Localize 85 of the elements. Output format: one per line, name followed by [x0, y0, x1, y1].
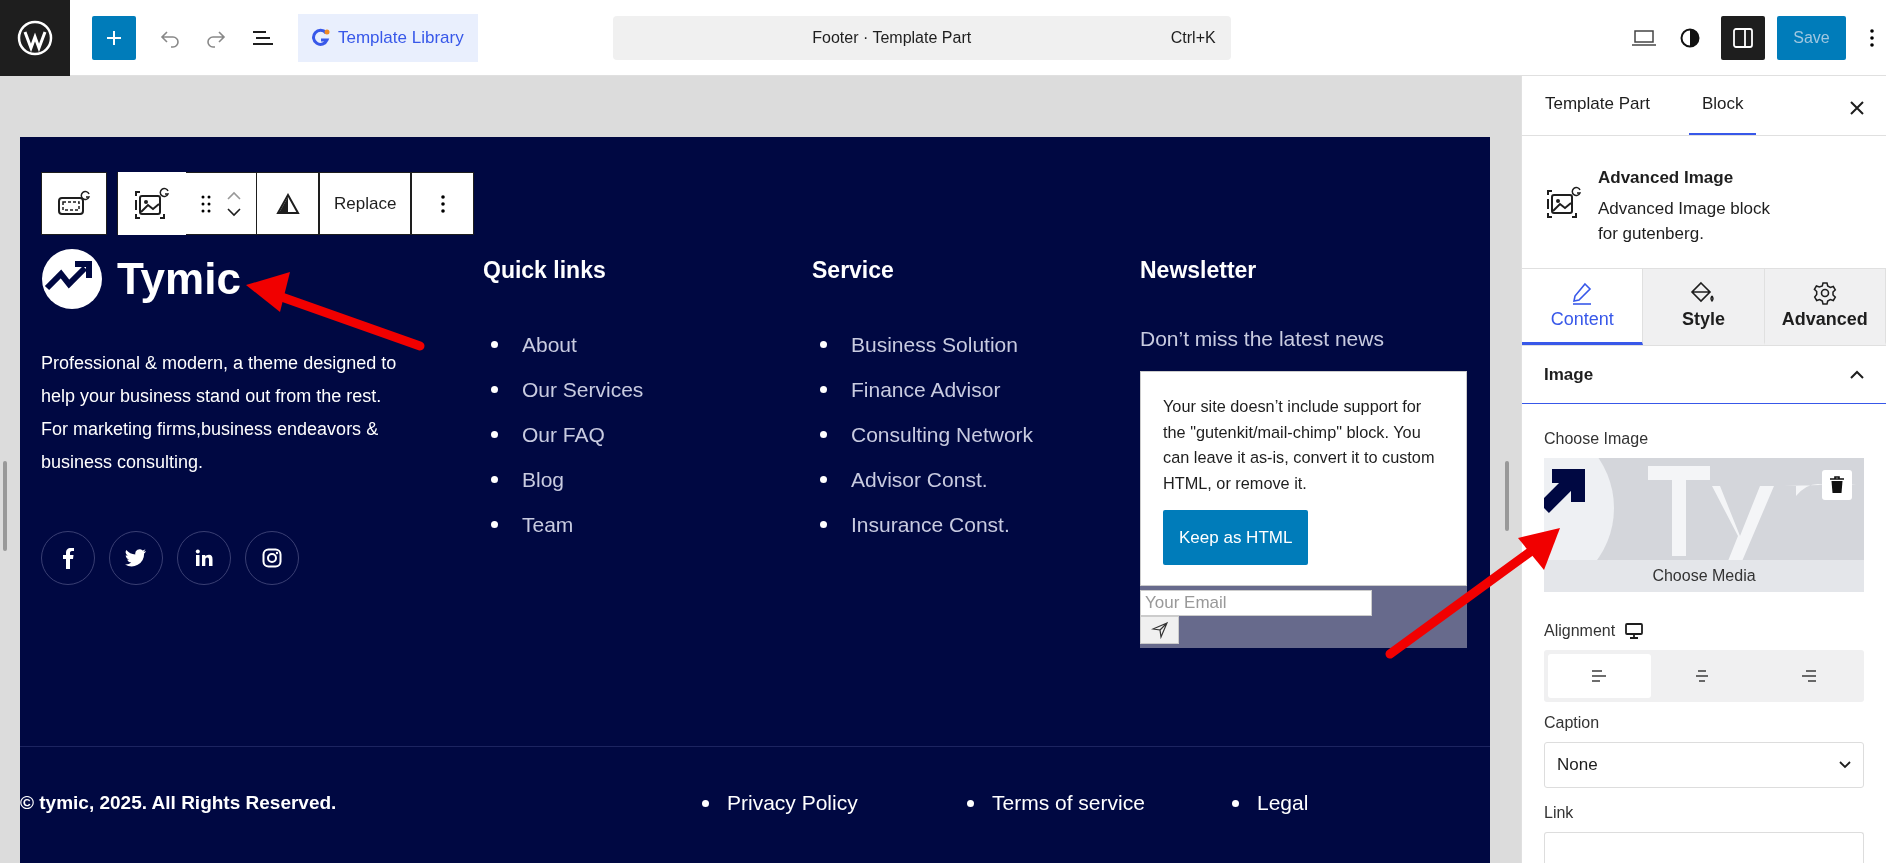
close-icon[interactable]	[1850, 101, 1864, 115]
warning-icon	[275, 192, 300, 215]
template-library-button[interactable]: Template Library	[298, 13, 478, 62]
more-options-icon[interactable]	[1868, 26, 1876, 49]
footer-link[interactable]: Advisor Const.	[851, 467, 988, 492]
sidebar-icon	[1732, 26, 1754, 49]
field-label: Link	[1544, 804, 1575, 822]
command-bar[interactable]: Footer · Template Part Ctrl+K	[612, 15, 1231, 60]
g-logo-icon	[312, 27, 330, 48]
footer-link[interactable]: About	[522, 332, 577, 357]
field-label: Choose Image	[1544, 430, 1650, 448]
bullet-dot	[491, 341, 498, 348]
drag-handle-icon[interactable]	[200, 193, 212, 214]
column-heading: Quick links	[483, 257, 607, 284]
sidebar-tab[interactable]: Template Part	[1532, 76, 1663, 135]
bullet-dot	[820, 431, 827, 438]
caption-select[interactable]: None	[1544, 742, 1864, 788]
more-options-icon	[439, 192, 446, 215]
link-field[interactable]	[1544, 832, 1864, 863]
footer-link[interactable]: Finance Advisor	[851, 377, 1001, 402]
bullet-dot	[820, 521, 827, 528]
scroll-handle[interactable]	[3, 461, 7, 551]
block-title: Advanced Image	[1598, 167, 1735, 188]
block-options-button[interactable]	[411, 172, 475, 235]
desktop-icon[interactable]	[1625, 623, 1644, 639]
warning-button[interactable]	[256, 172, 319, 235]
sidebar-toggle-button[interactable]	[1721, 15, 1765, 60]
delete-image-button[interactable]	[1822, 470, 1852, 500]
logo-text: Tymic	[117, 254, 241, 304]
scroll-handle[interactable]	[1505, 461, 1509, 531]
newsletter-tagline: Don’t miss the latest news	[1140, 327, 1385, 351]
contrast-icon[interactable]	[1679, 26, 1701, 49]
footer-link[interactable]: Our FAQ	[522, 422, 605, 447]
logo-icon	[41, 248, 103, 310]
bullet-dot	[491, 476, 498, 483]
add-block-button[interactable]	[92, 15, 136, 60]
footer-link[interactable]: Insurance Const.	[851, 512, 1010, 537]
plus-icon	[105, 28, 123, 47]
block-type-button[interactable]	[118, 172, 186, 235]
bullet-dot	[820, 341, 827, 348]
footer-link[interactable]: Our Services	[522, 377, 644, 402]
trash-icon	[1829, 476, 1845, 494]
bullet-dot	[820, 476, 827, 483]
bullet-dot	[491, 431, 498, 438]
field-label: Caption	[1544, 714, 1601, 732]
bullet-dot	[967, 799, 974, 807]
move-down-icon[interactable]	[226, 206, 242, 217]
section-header[interactable]: Image	[1522, 346, 1886, 404]
footer-link[interactable]: Team	[522, 512, 574, 537]
column-heading: Newsletter	[1140, 257, 1258, 284]
notice-text: Your site doesn’t include support for the "gutenkit/mail-chimp" block. You can leave it as-is, convert it to custom HTML, or remove it.	[1163, 396, 1436, 494]
image-icon	[132, 185, 172, 222]
bullet-dot	[702, 799, 709, 807]
keep-as-html-button[interactable]: Keep as HTML	[1163, 510, 1309, 565]
bullet-dot	[820, 386, 827, 393]
email-field[interactable]: Your Email	[1140, 590, 1372, 616]
laptop-icon[interactable]	[1631, 27, 1657, 48]
parent-block-button[interactable]	[41, 172, 107, 235]
paint-bucket-icon	[1690, 280, 1717, 305]
copyright-text: © tymic, 2025. All Rights Reserved.	[20, 792, 338, 814]
footer-link[interactable]: Privacy Policy	[727, 791, 858, 815]
panel-tab[interactable]: Advanced	[1764, 268, 1886, 346]
panel-tab[interactable]: Content	[1522, 268, 1644, 346]
field-label: Alignment	[1544, 622, 1616, 640]
bullet-dot	[1232, 799, 1239, 807]
send-icon	[1150, 621, 1169, 639]
choose-media-button[interactable]: Choose Media	[1544, 560, 1864, 592]
column-heading: Service	[812, 257, 895, 284]
about-text: Professional & modern, a theme designed to help your business stand out from the rest. For marketing firms,business endeavors & business consulting.	[41, 352, 398, 474]
chevron-icon	[1850, 370, 1864, 380]
block-description: Advanced Image block for gutenberg.	[1598, 197, 1771, 245]
bullet-dot	[491, 521, 498, 528]
footer-link[interactable]: Blog	[522, 467, 565, 492]
panel-tab[interactable]: Style	[1643, 268, 1765, 346]
send-button[interactable]	[1140, 616, 1179, 644]
settings-icon	[1812, 280, 1837, 305]
replace-button[interactable]: Replace	[319, 172, 412, 235]
bullet-dot	[491, 386, 498, 393]
chevron-down-icon	[1839, 761, 1851, 769]
footer-link[interactable]: Business Solution	[851, 332, 1018, 357]
sidebar-tab[interactable]: Block	[1688, 76, 1757, 135]
footer-link[interactable]: Consulting Network	[851, 422, 1034, 447]
move-up-icon[interactable]	[226, 190, 242, 201]
footer-link[interactable]: Legal	[1257, 791, 1309, 815]
footer-link[interactable]: Terms of service	[992, 791, 1145, 815]
